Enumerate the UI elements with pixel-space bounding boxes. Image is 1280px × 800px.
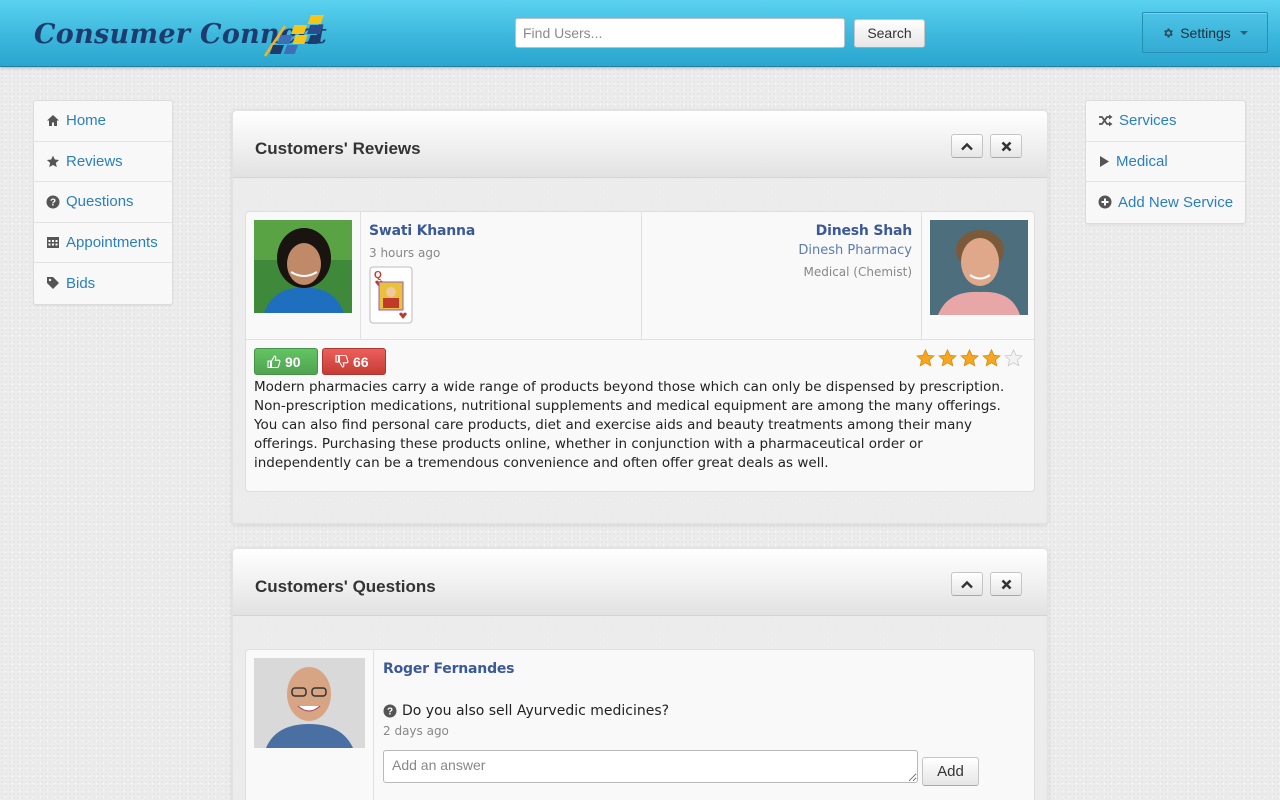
question-time: 2 days ago [383, 724, 449, 738]
svg-text:?: ? [50, 197, 56, 208]
reviews-panel-header: Customers' Reviews [233, 111, 1047, 178]
question-icon: ? [383, 704, 397, 718]
sidebar-item-label: Appointments [66, 233, 158, 251]
left-sidebar: Home Reviews ? Questions Appointments Bi… [33, 100, 173, 305]
sidebar-item-questions[interactable]: ? Questions [34, 182, 172, 223]
sidebar-item-add-new-service[interactable]: Add New Service [1086, 182, 1245, 223]
top-navbar: Consumer Connect Search Settings [0, 0, 1280, 67]
settings-dropdown[interactable]: Settings [1142, 12, 1268, 53]
question-line: ? Do you also sell Ayurvedic medicines? [383, 703, 669, 719]
upvote-count: 90 [285, 353, 301, 370]
sidebar-item-bids[interactable]: Bids [34, 263, 172, 304]
sidebar-item-services[interactable]: Services [1086, 101, 1245, 142]
close-reviews-button[interactable] [990, 134, 1022, 158]
business-name[interactable]: Dinesh Pharmacy [798, 243, 912, 258]
downvote-button[interactable]: 66 [322, 348, 386, 375]
collapse-reviews-button[interactable] [951, 134, 983, 158]
home-icon [47, 115, 59, 127]
reviewer-avatar[interactable] [254, 220, 352, 313]
asker-name[interactable]: Roger Fernandes [383, 661, 515, 677]
tag-icon [47, 277, 59, 290]
svg-text:Q: Q [374, 270, 382, 281]
add-answer-button[interactable]: Add [922, 757, 979, 786]
business-category: Medical (Chemist) [803, 265, 913, 279]
play-icon [1100, 155, 1109, 167]
sidebar-item-label: Medical [1116, 152, 1168, 170]
right-sidebar: Services Medical Add New Service [1085, 100, 1246, 224]
settings-label: Settings [1180, 24, 1231, 41]
thumbs-down-icon [335, 355, 349, 368]
sidebar-item-label: Questions [66, 193, 134, 211]
question-icon: ? [46, 195, 60, 209]
sidebar-item-label: Home [66, 112, 107, 130]
plus-circle-icon [1098, 195, 1112, 209]
star-icon [46, 155, 60, 167]
calendar-icon [47, 237, 59, 249]
sidebar-item-label: Reviews [66, 152, 123, 170]
review-time: 3 hours ago [369, 246, 441, 260]
star-filled-icon [916, 349, 935, 367]
questions-title: Customers' Questions [255, 577, 436, 596]
questions-panel: Customers' Questions Roger Fernandes ? D… [232, 548, 1048, 800]
downvote-count: 66 [353, 353, 369, 370]
business-owner-name[interactable]: Dinesh Shah [816, 223, 913, 239]
collapse-questions-button[interactable] [951, 572, 983, 596]
gear-icon [1164, 28, 1173, 37]
rating-stars [916, 349, 1023, 367]
review-text: Modern pharmacies carry a wide range of … [254, 379, 1005, 471]
sidebar-item-reviews[interactable]: Reviews [34, 142, 172, 182]
sidebar-item-medical[interactable]: Medical [1086, 142, 1245, 182]
sidebar-item-label: Bids [66, 274, 96, 292]
asker-avatar[interactable] [254, 658, 365, 748]
sidebar-item-home[interactable]: Home [34, 101, 172, 142]
star-filled-icon [960, 349, 979, 367]
close-questions-button[interactable] [990, 572, 1022, 596]
star-filled-icon [938, 349, 957, 367]
reviews-panel: Customers' Reviews Swati Khanna 3 hours … [232, 110, 1048, 524]
reviewer-name[interactable]: Swati Khanna [369, 223, 475, 239]
brand-logo-icon [263, 15, 324, 57]
svg-text:?: ? [387, 707, 393, 718]
answer-input[interactable] [383, 750, 918, 783]
chevron-up-icon [961, 580, 973, 588]
search-button[interactable]: Search [854, 19, 925, 48]
review-card: Swati Khanna 3 hours ago Q Dinesh Shah D… [245, 211, 1035, 492]
sidebar-item-label: Services [1119, 112, 1177, 130]
close-icon [1001, 141, 1011, 151]
caret-down-icon [1239, 30, 1248, 35]
playing-card-badge-icon: Q [369, 266, 413, 324]
thumbs-up-icon [267, 355, 281, 368]
chevron-up-icon [961, 142, 973, 150]
questions-panel-header: Customers' Questions [233, 549, 1047, 616]
close-icon [1001, 579, 1011, 589]
upvote-button[interactable]: 90 [254, 348, 318, 375]
question-text: Do you also sell Ayurvedic medicines? [402, 703, 670, 719]
star-filled-icon [982, 349, 1001, 367]
find-users-input[interactable] [515, 18, 845, 48]
business-owner-avatar[interactable] [930, 220, 1028, 315]
reviews-title: Customers' Reviews [255, 139, 421, 158]
shuffle-icon [1099, 114, 1113, 127]
star-empty-icon [1004, 349, 1023, 367]
sidebar-item-label: Add New Service [1118, 193, 1234, 211]
sidebar-item-appointments[interactable]: Appointments [34, 223, 172, 263]
question-card: Roger Fernandes ? Do you also sell Ayurv… [245, 649, 1035, 800]
